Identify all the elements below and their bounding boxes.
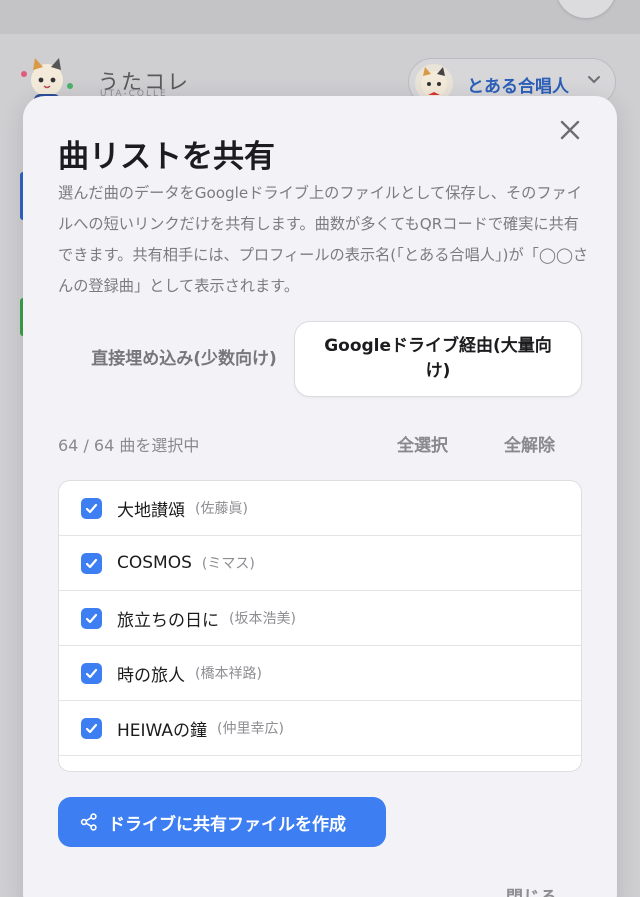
song-artist: (ミマス): [201, 556, 255, 572]
modal-title: 曲リストを共有: [58, 139, 275, 175]
selection-row: 64 / 64 曲を選択中 全選択 全解除: [58, 430, 582, 456]
song-artist: (佐藤眞): [195, 501, 248, 517]
tab-direct-embed[interactable]: 直接埋め込み(少数向け): [58, 321, 310, 397]
list-item[interactable]: 旅立ちの日に (坂本浩美): [59, 591, 581, 646]
share-icon: [80, 813, 97, 831]
list-item[interactable]: COSMOS (ミマス): [59, 536, 581, 591]
modal-description: 選んだ曲のデータをGoogleドライブ上のファイルとして保存し、そのファイルへの…: [58, 184, 589, 295]
song-title: 時の旅人: [117, 665, 185, 686]
user-name: とある合唱人: [467, 77, 569, 97]
check-icon: [85, 668, 98, 678]
list-item[interactable]: HEIWAの鐘 (仲里幸広): [59, 701, 581, 756]
close-icon[interactable]: [555, 118, 585, 148]
tab-google-drive[interactable]: Googleドライブ経由(大量向け): [294, 321, 582, 397]
list-item[interactable]: 大地讃頌 (佐藤眞): [59, 481, 581, 536]
song-title: HEIWAの鐘: [117, 720, 208, 741]
top-bar: [0, 0, 640, 34]
create-share-file-button[interactable]: ドライブに共有ファイルを作成: [58, 797, 386, 847]
close-button[interactable]: 閉じる: [506, 883, 557, 897]
share-mode-tabs: 直接埋め込み(少数向け) Googleドライブ経由(大量向け): [58, 321, 582, 397]
song-artist: (仲里幸広): [217, 721, 284, 737]
checkbox[interactable]: [81, 717, 102, 739]
song-title: 旅立ちの日に: [117, 610, 219, 631]
check-icon: [85, 723, 98, 733]
song-list[interactable]: 大地讃頌 (佐藤眞) COSMOS (ミマス) 旅立ちの日に (坂本浩美) 時の…: [58, 480, 582, 772]
check-icon: [85, 558, 98, 568]
chevron-down-icon: [587, 71, 601, 90]
checkbox[interactable]: [81, 662, 102, 684]
select-all-button[interactable]: 全選択: [397, 431, 448, 456]
check-icon: [85, 503, 98, 513]
deselect-all-button[interactable]: 全解除: [504, 431, 555, 456]
share-list-modal: 曲リストを共有 選んだ曲のデータをGoogleドライブ上のファイルとして保存し、…: [23, 96, 617, 897]
create-share-file-label: ドライブに共有ファイルを作成: [108, 814, 346, 835]
checkbox[interactable]: [81, 552, 102, 574]
checkbox[interactable]: [81, 607, 102, 629]
check-icon: [85, 613, 98, 623]
checkbox[interactable]: [81, 497, 102, 519]
song-title: COSMOS: [117, 553, 192, 573]
song-artist: (坂本浩美): [229, 611, 296, 627]
selection-count: 64 / 64 曲を選択中: [58, 436, 200, 455]
list-item[interactable]: 時の旅人 (橋本祥路): [59, 646, 581, 701]
song-artist: (橋本祥路): [195, 666, 262, 682]
song-title: 大地讃頌: [117, 500, 185, 521]
